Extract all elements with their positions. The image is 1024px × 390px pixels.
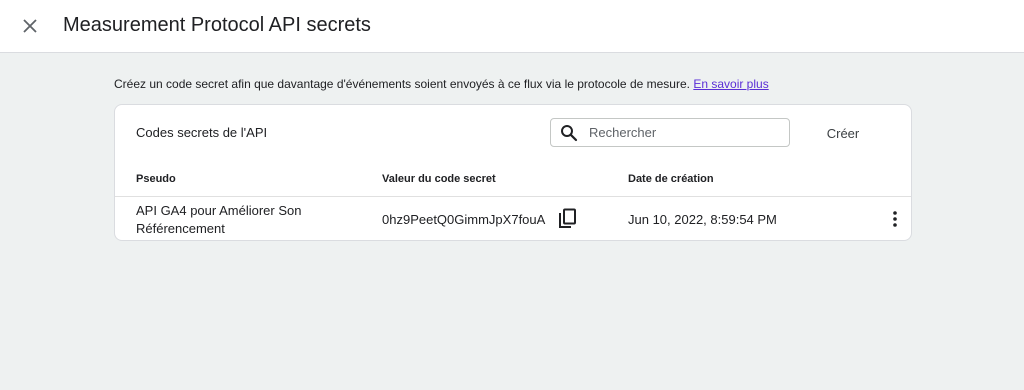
column-header-creation-date: Date de création [628,173,714,185]
intro-text: Créez un code secret afin que davantage … [114,76,769,92]
search-box[interactable] [550,118,790,147]
top-bar: Measurement Protocol API secrets [0,0,1024,53]
table-row: API GA4 pour Améliorer Son Référencement… [115,197,911,240]
creation-date: Jun 10, 2022, 8:59:54 PM [628,212,777,227]
card-title: Codes secrets de l'API [136,125,268,140]
create-button[interactable]: Créer [811,119,875,147]
learn-more-link[interactable]: En savoir plus [693,77,768,91]
secret-value: 0hz9PeetQ0GimmJpX7fouA [382,212,546,227]
search-icon [560,124,578,142]
search-input[interactable] [589,125,779,140]
secret-name: API GA4 pour Améliorer Son Référencement [136,203,302,236]
api-secrets-card: Codes secrets de l'API Créer Pseudo Vale… [114,104,912,241]
copy-icon [559,208,576,228]
copy-button[interactable] [555,207,579,231]
close-button[interactable] [18,14,42,38]
page-title: Measurement Protocol API secrets [63,14,371,36]
column-header-secret-value: Valeur du code secret [382,173,496,185]
more-vert-icon [893,211,897,227]
intro-description: Créez un code secret afin que davantage … [114,77,690,91]
column-header-pseudo: Pseudo [136,173,176,185]
close-icon [23,19,37,33]
more-options-button[interactable] [885,209,905,229]
